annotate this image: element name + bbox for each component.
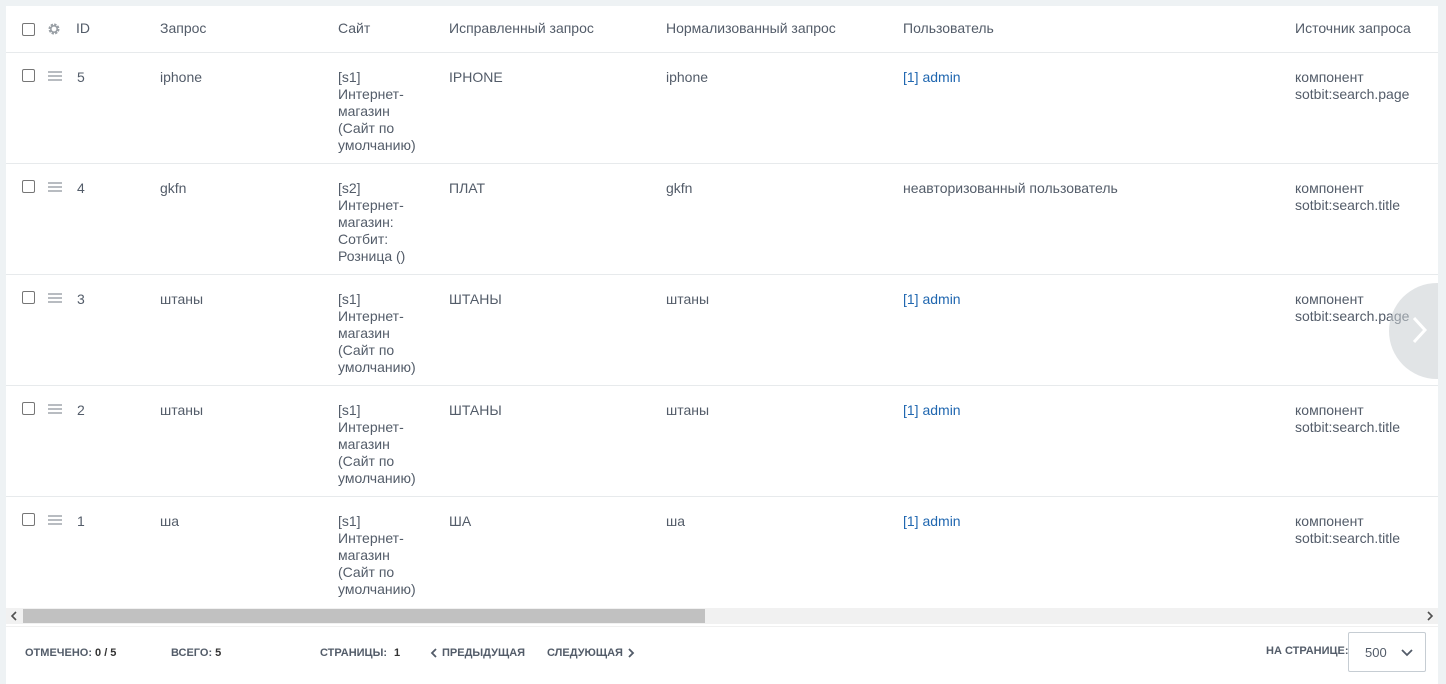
prev-page-button[interactable]: Предыдущая — [430, 647, 525, 659]
scroll-left-arrow-icon[interactable] — [9, 611, 19, 621]
scrollbar-thumb[interactable] — [23, 609, 705, 623]
row-checkbox[interactable] — [22, 180, 35, 193]
grid-panel: ID Запрос Сайт Исправленный запрос Норма… — [6, 6, 1438, 684]
cell-site: [s1] Интернет-магазин (Сайт по умолчанию… — [338, 402, 416, 486]
user-link[interactable]: [1] admin — [903, 291, 961, 308]
row-checkbox[interactable] — [22, 402, 35, 415]
prev-page-label: Предыдущая — [442, 647, 526, 659]
cell-id: 4 — [77, 180, 85, 196]
cell-normalized: iphone — [666, 69, 709, 85]
total-value: 5 — [215, 647, 222, 659]
scroll-right-arrow-icon[interactable] — [1425, 611, 1435, 621]
column-header-source[interactable]: Источник запроса — [1295, 20, 1411, 37]
horizontal-scrollbar[interactable] — [6, 608, 1438, 624]
column-header-normalized[interactable]: Нормализованный запрос — [666, 20, 836, 37]
pages-counter: Страницы: 1 — [320, 647, 400, 659]
table-row[interactable]: 5 iphone [s1] Интернет-магазин (Сайт по … — [6, 53, 1438, 164]
cell-source: компонент sotbit:search.title — [1295, 513, 1401, 546]
cell-site: [s1] Интернет-магазин (Сайт по умолчанию… — [338, 69, 416, 153]
cell-site: [s2] Интернет-магазин: Сотбит: Розница (… — [338, 180, 406, 264]
column-header-id[interactable]: ID — [76, 20, 90, 37]
cell-id: 5 — [77, 69, 85, 85]
cell-corrected: ШТАНЫ — [449, 291, 502, 307]
cell-normalized: штаны — [666, 291, 710, 307]
table-row[interactable]: 2 штаны [s1] Интернет-магазин (Сайт по у… — [6, 386, 1438, 497]
gear-icon[interactable] — [47, 22, 61, 36]
column-header-query[interactable]: Запрос — [160, 20, 206, 37]
column-header-user[interactable]: Пользователь — [903, 20, 994, 37]
cell-query: штаны — [160, 402, 204, 418]
cell-normalized: ша — [666, 513, 686, 529]
cell-corrected: ША — [449, 513, 472, 529]
drag-handle-icon[interactable] — [48, 293, 62, 304]
chevron-down-icon — [1401, 649, 1413, 657]
row-checkbox[interactable] — [22, 513, 35, 526]
cell-query: gkfn — [160, 180, 187, 196]
per-page-select[interactable]: 500 — [1348, 632, 1426, 672]
per-page-value: 500 — [1365, 645, 1387, 660]
cell-normalized: штаны — [666, 402, 710, 418]
drag-handle-icon[interactable] — [48, 182, 62, 193]
cell-id: 3 — [77, 291, 85, 307]
cell-corrected: ПЛАТ — [449, 180, 486, 196]
row-checkbox[interactable] — [22, 291, 35, 304]
pages-value[interactable]: 1 — [394, 647, 400, 659]
cell-site: [s1] Интернет-магазин (Сайт по умолчанию… — [338, 291, 416, 375]
grid-table: ID Запрос Сайт Исправленный запрос Норма… — [6, 6, 1438, 608]
selected-label: Отмечено: — [25, 647, 93, 659]
cell-corrected: IPHONE — [449, 69, 503, 85]
cell-id: 1 — [77, 513, 85, 529]
user-link[interactable]: [1] admin — [903, 69, 961, 86]
total-label: Всего: — [171, 647, 213, 659]
selected-value: 0 / 5 — [95, 647, 117, 659]
next-page-button[interactable]: Следующая — [547, 647, 635, 659]
per-page-label: На странице: — [1266, 645, 1349, 657]
user-link[interactable]: [1] admin — [903, 513, 961, 530]
drag-handle-icon[interactable] — [48, 515, 62, 526]
chevron-left-icon — [430, 648, 437, 658]
table-row[interactable]: 1 ша [s1] Интернет-магазин (Сайт по умол… — [6, 497, 1438, 607]
pages-label: Страницы: — [320, 647, 388, 659]
cell-id: 2 — [77, 402, 85, 418]
selected-counter: Отмечено: 0 / 5 — [25, 647, 116, 659]
chevron-right-icon — [1412, 316, 1427, 344]
cell-source: компонент sotbit:search.title — [1295, 402, 1401, 435]
cell-query: iphone — [160, 69, 203, 85]
table-header: ID Запрос Сайт Исправленный запрос Норма… — [6, 6, 1438, 53]
drag-handle-icon[interactable] — [48, 404, 62, 415]
select-all-checkbox[interactable] — [22, 23, 35, 36]
row-checkbox[interactable] — [22, 69, 35, 82]
next-page-label: Следующая — [547, 647, 623, 659]
total-counter: Всего: 5 — [171, 647, 221, 659]
table-row[interactable]: 3 штаны [s1] Интернет-магазин (Сайт по у… — [6, 275, 1438, 386]
grid-footer: Отмечено: 0 / 5 Всего: 5 Страницы: 1 Предыд… — [6, 626, 1438, 684]
cell-site: [s1] Интернет-магазин (Сайт по умолчанию… — [338, 513, 416, 597]
cell-source: компонент sotbit:search.page — [1295, 69, 1410, 102]
cell-user: неавторизованный пользователь — [903, 180, 1118, 196]
cell-normalized: gkfn — [666, 180, 693, 196]
drag-handle-icon[interactable] — [48, 71, 62, 82]
column-header-site[interactable]: Сайт — [338, 20, 370, 37]
cell-source: компонент sotbit:search.title — [1295, 180, 1401, 213]
chevron-right-icon — [628, 648, 635, 658]
column-header-corrected[interactable]: Исправленный запрос — [449, 20, 594, 37]
cell-query: штаны — [160, 291, 204, 307]
cell-query: ша — [160, 513, 180, 529]
cell-corrected: ШТАНЫ — [449, 402, 502, 418]
table-row[interactable]: 4 gkfn [s2] Интернет-магазин: Сотбит: Ро… — [6, 164, 1438, 275]
user-link[interactable]: [1] admin — [903, 402, 961, 419]
